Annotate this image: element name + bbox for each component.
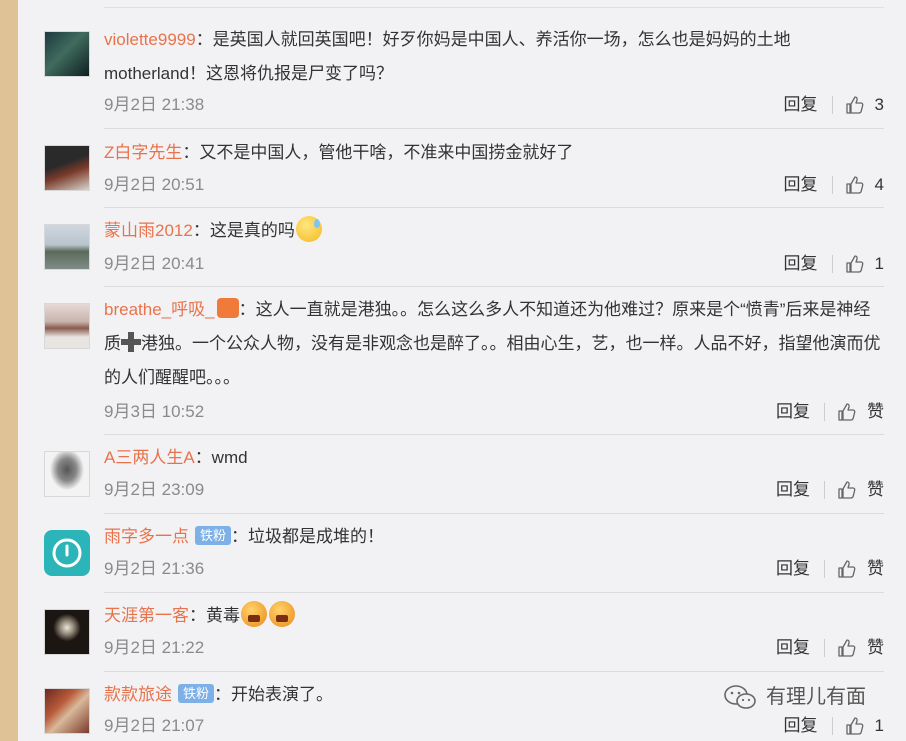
comment-text: ：黄毒 [189,606,240,625]
comment-panel: violette9999：是英国人就回英国吧！好歹你妈是中国人、养活你一场，怎么… [18,0,906,741]
like-button[interactable]: 赞 [837,401,884,423]
reply-button[interactable]: 回复 [784,715,818,737]
divider [831,717,833,735]
like-button[interactable]: 赞 [837,479,884,501]
like-count: 赞 [867,480,884,499]
thumbs-up-icon [838,403,856,421]
divider [104,513,884,514]
divider [104,207,884,208]
angry-emoji [241,601,267,627]
plus-icon [121,332,141,352]
avatar[interactable] [44,31,90,77]
comment-text: ：开始表演了。 [214,685,334,704]
username-link[interactable]: 蒙山雨2012 [104,221,193,240]
timestamp: 9月3日 10:52 [104,402,205,421]
divider [824,639,825,657]
like-button[interactable]: 赞 [837,558,884,580]
like-count: 3 [874,95,884,114]
divider [824,403,825,421]
timestamp: 9月2日 23:09 [104,480,205,499]
watermark: 有理儿有面 [724,684,866,710]
divider [824,560,825,578]
timestamp: 9月2日 20:51 [104,175,205,194]
thumbs-up-icon [845,717,863,735]
divider [104,592,884,593]
divider [831,255,833,273]
avatar[interactable] [44,303,90,349]
username-link[interactable]: 天涯第一客 [104,606,189,625]
like-count: 1 [874,716,884,735]
thumbs-up-icon [838,481,856,499]
reply-button[interactable]: 回复 [776,479,810,501]
username-link[interactable]: violette9999 [104,30,196,49]
power-logo-icon [52,538,82,568]
like-button[interactable]: 1 [845,253,884,275]
avatar[interactable] [44,451,90,497]
username-link[interactable]: 款款旅途 [104,685,172,704]
like-button[interactable]: 3 [845,94,884,116]
divider [104,434,884,435]
divider [104,7,884,8]
like-count: 4 [874,175,884,194]
avatar[interactable] [44,145,90,191]
thumbs-up-icon [845,255,863,273]
divider [831,96,833,114]
comment-text: 港独。一个公众人物，没有是非观念也是醉了。。相由心生，艺，也一样。人品不好，指望… [104,334,881,387]
like-count: 赞 [867,638,884,657]
fan-badge: 铁粉 [195,526,232,545]
timestamp: 9月2日 20:41 [104,254,205,273]
vip-badge-icon [216,298,239,318]
like-count: 赞 [867,402,884,421]
username-link[interactable]: breathe_呼吸_ [104,300,215,319]
timestamp: 9月2日 21:36 [104,559,205,578]
like-count: 1 [874,254,884,273]
avatar[interactable] [44,530,90,576]
divider [104,128,884,129]
wechat-icon [724,685,756,709]
username-link[interactable]: A三两人生A [104,448,195,467]
thumbs-up-icon [845,96,863,114]
comment-text: ：垃圾都是成堆的！ [231,527,385,546]
timestamp: 9月2日 21:38 [104,95,205,114]
like-button[interactable]: 赞 [837,637,884,659]
reply-button[interactable]: 回复 [784,174,818,196]
thumbs-up-icon [838,639,856,657]
like-button[interactable]: 1 [845,715,884,737]
avatar[interactable] [44,224,90,270]
avatar[interactable] [44,609,90,655]
comment-text: ：又不是中国人，管他干啥，不准来中国捞金就好了 [182,143,574,162]
watermark-text: 有理儿有面 [766,686,866,708]
like-count: 赞 [867,559,884,578]
avatar[interactable] [44,688,90,734]
comment-text: ：这是真的吗 [192,221,295,240]
reply-button[interactable]: 回复 [776,637,810,659]
like-button[interactable]: 4 [845,174,884,196]
username-link[interactable]: 雨字多一点 [104,527,189,546]
divider [104,671,884,672]
angry-emoji [269,601,295,627]
sweat-emoji [295,216,322,242]
reply-button[interactable]: 回复 [784,94,818,116]
reply-button[interactable]: 回复 [776,558,810,580]
divider [104,286,884,287]
comment-text: ：wmd [194,448,248,467]
comment-text: ：是英国人就回英国吧！好歹你妈是中国人、养活你一场，怎么也是妈妈的土地mothe… [104,30,791,83]
timestamp: 9月2日 21:07 [104,716,205,735]
reply-button[interactable]: 回复 [784,253,818,275]
username-link[interactable]: Z白字先生 [104,143,182,162]
divider [824,481,825,499]
timestamp: 9月2日 21:22 [104,638,205,657]
thumbs-up-icon [845,176,863,194]
divider [831,176,833,194]
fan-badge: 铁粉 [178,684,215,703]
thumbs-up-icon [838,560,856,578]
reply-button[interactable]: 回复 [776,401,810,423]
